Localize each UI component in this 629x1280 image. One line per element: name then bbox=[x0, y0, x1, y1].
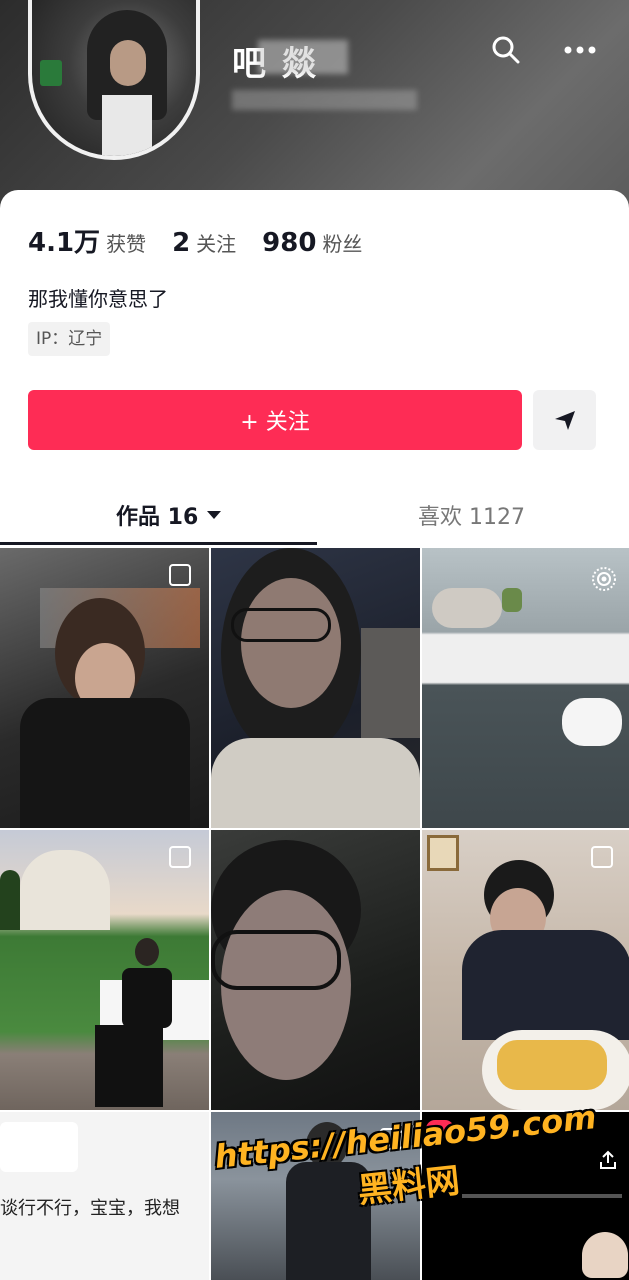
search-icon bbox=[492, 36, 520, 64]
upload-icon bbox=[600, 1150, 616, 1169]
live-photo-icon bbox=[592, 567, 616, 591]
domed-building bbox=[20, 850, 110, 930]
tab-works-label: 作品 16 bbox=[116, 505, 199, 530]
building bbox=[361, 628, 420, 738]
likes-count[interactable]: 4.1万 bbox=[28, 222, 100, 259]
wall-frame bbox=[427, 835, 459, 871]
fries bbox=[497, 1040, 607, 1090]
person-face bbox=[241, 578, 341, 708]
plant bbox=[502, 588, 522, 612]
follow-button-label: + 关注 bbox=[240, 410, 310, 435]
tab-works[interactable]: 作品 16 bbox=[116, 488, 222, 542]
active-tab-indicator bbox=[0, 542, 317, 545]
tab-likes-label: 喜欢 1127 bbox=[418, 505, 525, 530]
more-icon bbox=[564, 46, 596, 54]
ip-location-badge: IP：辽宁 bbox=[28, 322, 111, 356]
chat-bubble bbox=[0, 1122, 78, 1172]
post-thumbnail-1[interactable] bbox=[0, 548, 209, 828]
following-count[interactable]: 2 bbox=[172, 228, 190, 258]
followers-label: 粉丝 bbox=[322, 232, 363, 256]
search-button[interactable] bbox=[486, 30, 526, 70]
more-button[interactable] bbox=[560, 30, 600, 70]
glasses bbox=[211, 930, 341, 990]
person-head bbox=[135, 938, 159, 966]
cat bbox=[432, 588, 502, 628]
post-thumbnail-2[interactable] bbox=[211, 548, 420, 828]
profile-stats: 4.1万 获赞 2 关注 980 粉丝 bbox=[28, 222, 388, 259]
name-censor-blur bbox=[258, 40, 348, 74]
post-thumbnail-7[interactable]: 谈行不行，宝宝，我想 bbox=[0, 1112, 209, 1280]
post-thumbnail-6[interactable] bbox=[422, 830, 629, 1110]
send-icon bbox=[554, 411, 575, 430]
following-label: 关注 bbox=[196, 232, 237, 256]
post-thumbnail-4[interactable] bbox=[0, 830, 209, 1110]
handle-censor-blur bbox=[232, 90, 417, 110]
followers-count[interactable]: 980 bbox=[262, 228, 316, 258]
multi-image-icon bbox=[169, 846, 191, 868]
glasses bbox=[231, 608, 331, 642]
content-tabs: 作品 16 喜欢 1127 bbox=[0, 488, 629, 546]
white-jacket bbox=[211, 738, 420, 828]
post-thumbnail-3[interactable] bbox=[422, 548, 629, 828]
exit-sign bbox=[40, 60, 62, 86]
follow-button[interactable]: + 关注 bbox=[28, 390, 522, 450]
caret-down-icon bbox=[207, 511, 222, 519]
profile-bio: 那我懂你意思了 bbox=[28, 287, 168, 311]
message-button[interactable] bbox=[533, 390, 596, 450]
black-tshirt bbox=[122, 968, 172, 1028]
multi-image-icon bbox=[169, 564, 191, 586]
chat-text: 谈行不行，宝宝，我想 bbox=[0, 1198, 180, 1219]
white-dog bbox=[562, 698, 622, 746]
tab-likes[interactable]: 喜欢 1127 bbox=[418, 488, 525, 542]
tree bbox=[0, 870, 20, 930]
avatar-face bbox=[110, 40, 146, 86]
kitten bbox=[582, 1232, 628, 1278]
likes-label: 获赞 bbox=[106, 232, 147, 256]
black-jacket bbox=[20, 698, 190, 828]
black-pants bbox=[95, 1025, 163, 1107]
avatar-shirt bbox=[102, 95, 152, 156]
post-thumbnail-5[interactable] bbox=[211, 830, 420, 1110]
dark-hoodie bbox=[462, 930, 629, 1040]
multi-image-icon bbox=[591, 846, 613, 868]
